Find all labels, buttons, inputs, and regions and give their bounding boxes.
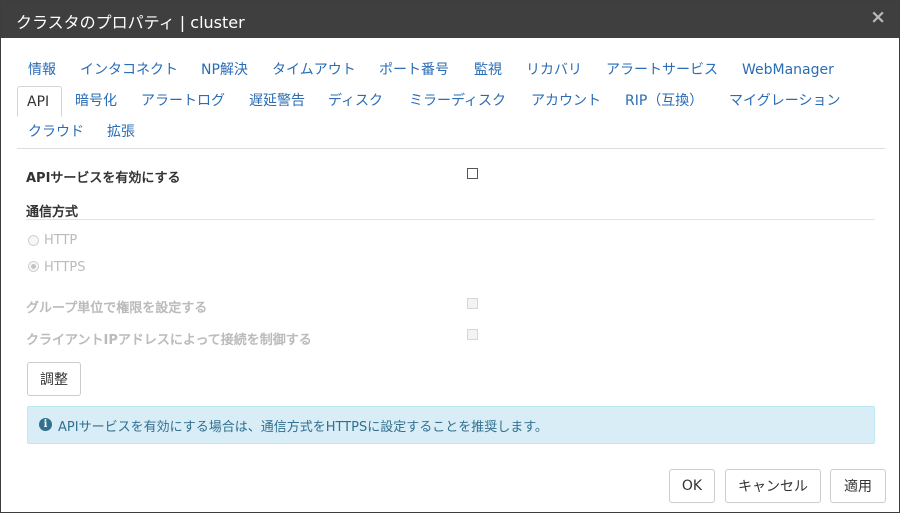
tab-migration[interactable]: マイグレーション [720, 86, 849, 116]
http-label: HTTP [44, 233, 78, 248]
close-icon[interactable]: × [870, 8, 886, 27]
https-radio[interactable] [28, 261, 39, 272]
apply-button[interactable]: 適用 [830, 469, 886, 503]
tab-mirror-disk[interactable]: ミラーディスク [400, 86, 515, 116]
http-radio[interactable] [28, 235, 39, 246]
tab-encryption[interactable]: 暗号化 [66, 86, 126, 116]
tab-webmanager[interactable]: WebManager [733, 55, 843, 85]
tab-delay-warning[interactable]: 遅延警告 [240, 86, 314, 116]
tab-cloud[interactable]: クラウド [19, 117, 93, 147]
tab-monitor[interactable]: 監視 [465, 55, 511, 85]
info-alert: i APIサービスを有効にする場合は、通信方式をHTTPSに設定することを推奨し… [27, 406, 875, 444]
ip-control-checkbox[interactable] [467, 329, 478, 340]
cancel-button[interactable]: キャンセル [725, 469, 821, 503]
info-message: APIサービスを有効にする場合は、通信方式をHTTPSに設定することを推奨します… [58, 420, 548, 435]
tab-np-resolution[interactable]: NP解決 [192, 55, 257, 85]
tab-disk[interactable]: ディスク [319, 86, 392, 116]
group-auth-checkbox[interactable] [467, 298, 478, 309]
dialog-title: クラスタのプロパティ | cluster [16, 13, 245, 32]
tab-recovery[interactable]: リカバリ [517, 55, 591, 85]
https-label: HTTPS [44, 260, 86, 275]
ok-button[interactable]: OK [669, 469, 715, 503]
enable-api-label: APIサービスを有効にする [26, 171, 181, 186]
comm-method-heading: 通信方式 [26, 205, 79, 220]
tab-account[interactable]: アカウント [522, 86, 610, 116]
tab-extension[interactable]: 拡張 [98, 117, 144, 147]
tab-alert-log[interactable]: アラートログ [132, 86, 234, 116]
tune-button[interactable]: 調整 [27, 362, 81, 396]
tab-interconnect[interactable]: インタコネクト [71, 55, 187, 85]
tab-timeout[interactable]: タイムアウト [263, 55, 365, 85]
tab-port-number[interactable]: ポート番号 [370, 55, 458, 85]
tab-divider [17, 148, 885, 149]
section-divider [26, 219, 875, 220]
cluster-properties-dialog: クラスタのプロパティ | cluster × 情報 インタコネクト NP解決 タ… [0, 0, 900, 513]
group-auth-label: グループ単位で権限を設定する [26, 301, 208, 316]
tab-alert-service[interactable]: アラートサービス [597, 55, 727, 85]
ip-control-label: クライアントIPアドレスによって接続を制御する [26, 333, 312, 348]
tab-api[interactable]: API [17, 86, 62, 117]
tab-rip-compat[interactable]: RIP（互換） [616, 86, 712, 116]
enable-api-checkbox[interactable] [467, 168, 478, 179]
info-circle-icon: i [39, 418, 52, 431]
tab-info[interactable]: 情報 [19, 55, 65, 85]
title-bar: クラスタのプロパティ | cluster × [1, 1, 899, 38]
